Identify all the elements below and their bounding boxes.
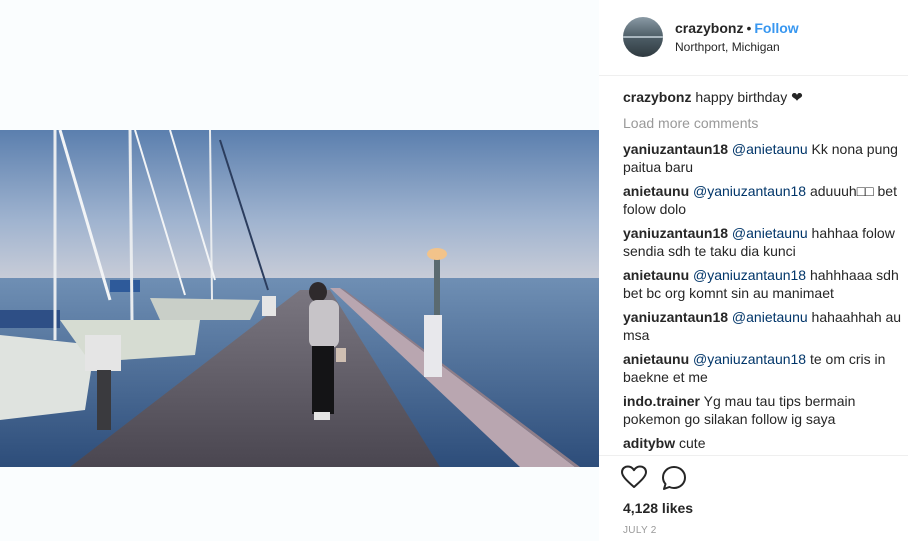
comment-item: yaniuzantaun18 @anietaunu hahaahhah au m… bbox=[623, 308, 903, 344]
post-photo[interactable] bbox=[0, 130, 599, 467]
load-more-comments-button[interactable]: Load more comments bbox=[623, 114, 903, 132]
caption-author[interactable]: crazybonz bbox=[623, 89, 691, 105]
comment-author[interactable]: yaniuzantaun18 bbox=[623, 309, 728, 325]
post-header: crazybonz • Follow Northport, Michigan bbox=[599, 0, 908, 76]
comment-author[interactable]: anietaunu bbox=[623, 267, 689, 283]
caption: crazybonz happy birthday ❤ bbox=[623, 88, 903, 106]
post-media-pane bbox=[0, 0, 599, 541]
comment-item: aditybw cute bbox=[623, 434, 903, 452]
comment-mention[interactable]: @yaniuzantaun18 bbox=[693, 183, 806, 199]
comment-mention[interactable]: @anietaunu bbox=[732, 309, 808, 325]
comment-item: anietaunu @yaniuzantaun18 te om cris in … bbox=[623, 350, 903, 386]
comment-author[interactable]: anietaunu bbox=[623, 183, 689, 199]
comment-author[interactable]: aditybw bbox=[623, 435, 675, 451]
comments-list: crazybonz happy birthday ❤ Load more com… bbox=[623, 88, 903, 458]
header-separator: • bbox=[746, 20, 752, 36]
follow-button[interactable]: Follow bbox=[754, 20, 798, 36]
comment-item: anietaunu @yaniuzantaun18 hahhhaaa sdh b… bbox=[623, 266, 903, 302]
comment-mention[interactable]: @anietaunu bbox=[732, 225, 808, 241]
avatar[interactable] bbox=[623, 17, 663, 57]
likes-count[interactable]: 4,128 likes bbox=[623, 500, 693, 516]
header-username[interactable]: crazybonz bbox=[675, 20, 743, 36]
avatar-image bbox=[623, 17, 663, 57]
comment-mention[interactable]: @yaniuzantaun18 bbox=[693, 267, 806, 283]
marina-pier-photo bbox=[0, 130, 599, 467]
comment-item: yaniuzantaun18 @anietaunu Kk nona pung p… bbox=[623, 140, 903, 176]
comment-author[interactable]: yaniuzantaun18 bbox=[623, 141, 728, 157]
comment-author[interactable]: anietaunu bbox=[623, 351, 689, 367]
comment-item: anietaunu @yaniuzantaun18 aduuuh□□ bet f… bbox=[623, 182, 903, 218]
post-sidebar: crazybonz • Follow Northport, Michigan cra… bbox=[599, 0, 908, 541]
header-user-line: crazybonz • Follow bbox=[675, 20, 799, 36]
caption-text: happy birthday ❤ bbox=[695, 89, 803, 105]
post-actions: 4,128 likes JULY 2 bbox=[599, 455, 908, 541]
comment-author[interactable]: yaniuzantaun18 bbox=[623, 225, 728, 241]
comment-item: indo.trainer Yg mau tau tips bermain pok… bbox=[623, 392, 903, 428]
comment-author[interactable]: indo.trainer bbox=[623, 393, 700, 409]
comment-item: yaniuzantaun18 @anietaunu hahhaa folow s… bbox=[623, 224, 903, 260]
location-link[interactable]: Northport, Michigan bbox=[675, 40, 780, 54]
heart-outline-icon[interactable] bbox=[621, 465, 647, 489]
comment-mention[interactable]: @yaniuzantaun18 bbox=[693, 351, 806, 367]
post-date[interactable]: JULY 2 bbox=[623, 525, 657, 536]
comment-bubble-icon[interactable] bbox=[661, 465, 687, 491]
comment-mention[interactable]: @anietaunu bbox=[732, 141, 808, 157]
comment-text: cute bbox=[679, 435, 706, 451]
